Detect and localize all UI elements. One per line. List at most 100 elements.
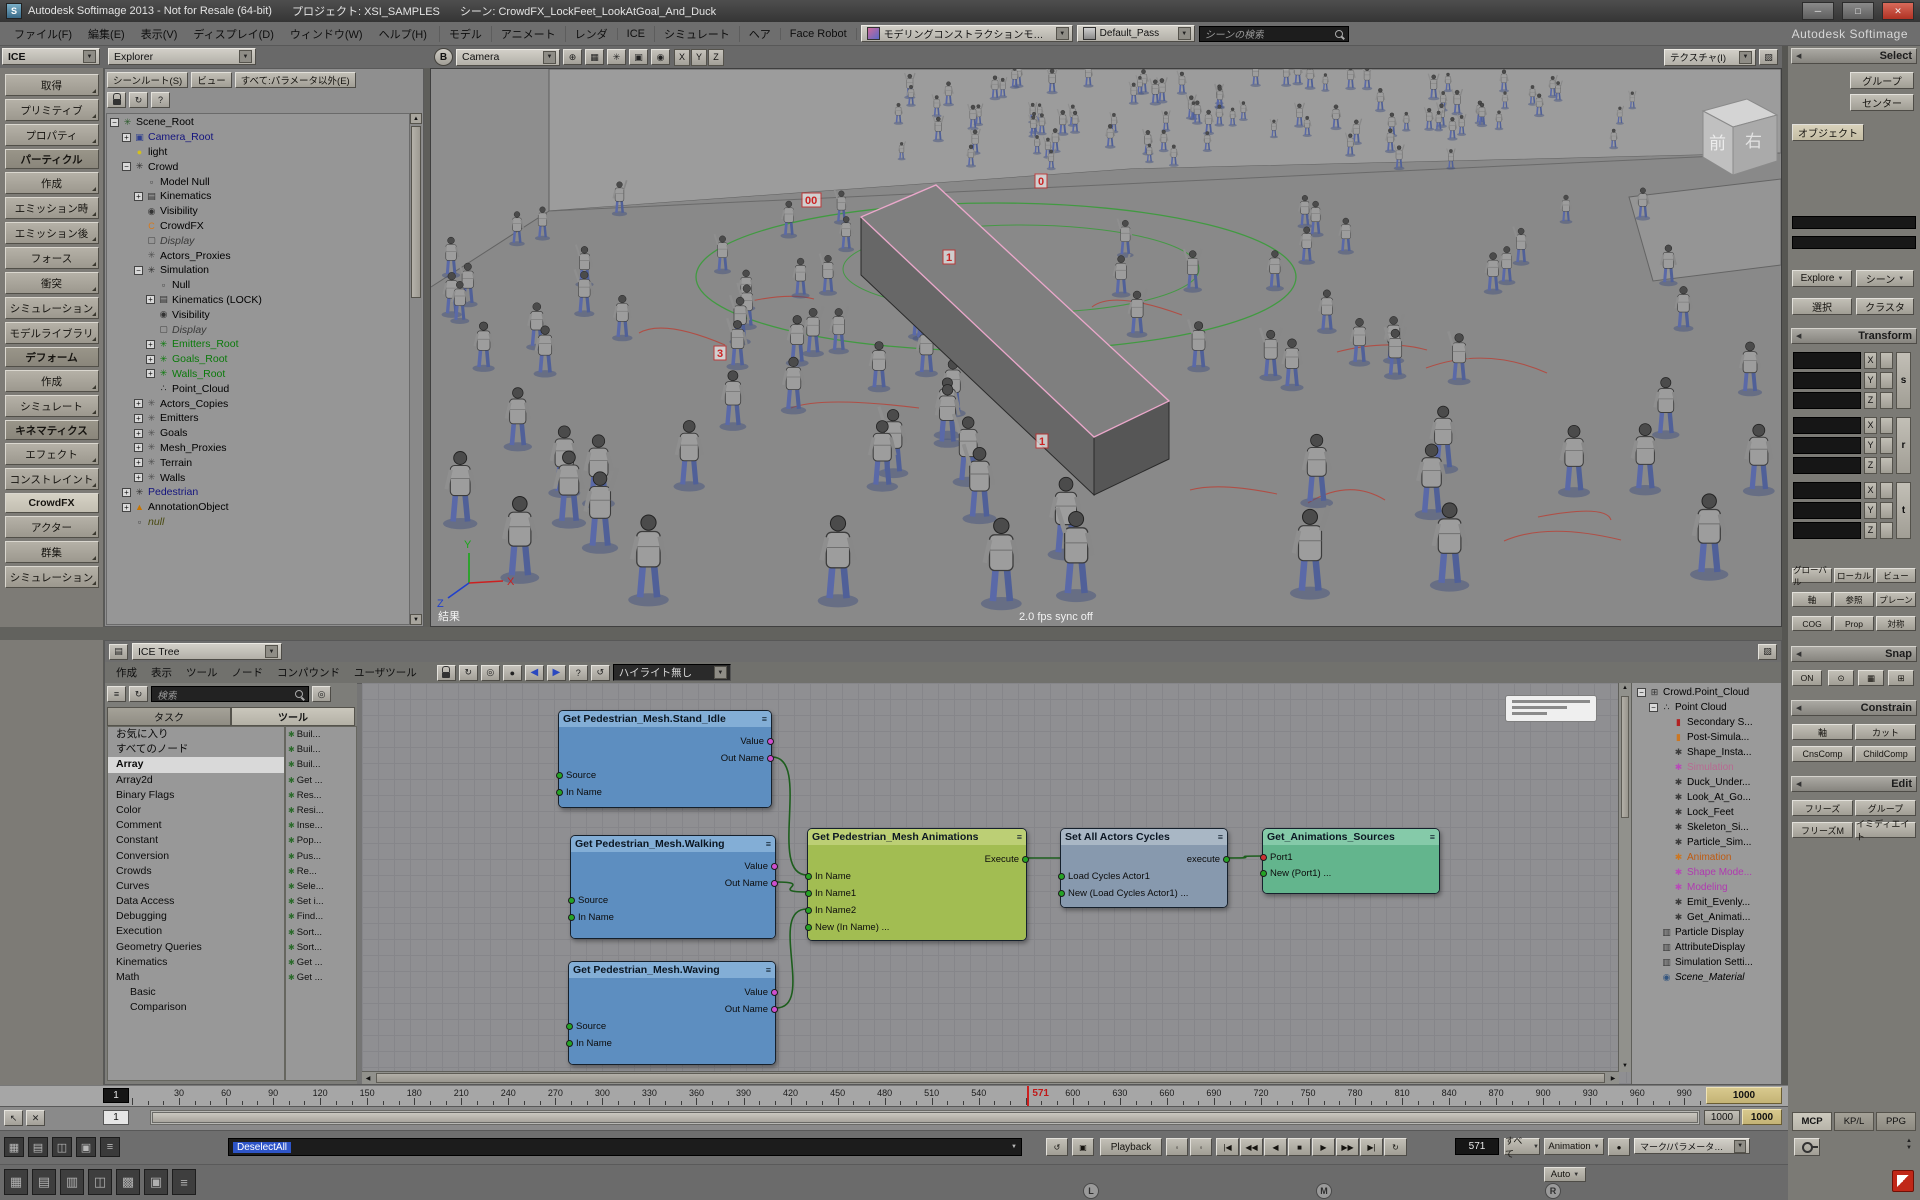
auto-key-button[interactable]: Auto ▼ — [1544, 1167, 1586, 1182]
module-menu-face-robot[interactable]: Face Robot — [779, 27, 857, 40]
panel-tab-ppg[interactable]: PPG — [1876, 1112, 1916, 1131]
expand-icon[interactable]: + — [134, 443, 143, 453]
collapse-icon[interactable]: − — [1649, 703, 1658, 712]
loop-button[interactable]: ↻ — [1384, 1138, 1407, 1156]
ice-graph-canvas[interactable]: Get Pedestrian_Mesh.Stand_Idle ≡ Value Out … — [362, 683, 1631, 1084]
step-back-button[interactable]: ◀ — [1264, 1138, 1287, 1156]
transform-r-x-field[interactable] — [1793, 417, 1861, 434]
toolbar-button-item-9[interactable]: シミュレーション — [4, 297, 99, 319]
ice-op-item-shape-mode[interactable]: ✱ Shape Mode... — [1634, 865, 1779, 880]
ice-op-item-shape-insta[interactable]: ✱ Shape_Insta... — [1634, 745, 1779, 760]
refresh-list-icon[interactable]: ↻ — [129, 686, 148, 702]
node-port-value[interactable]: Value — [744, 860, 778, 872]
explorer-item-camera-root[interactable]: + ▣ Camera_Root — [107, 130, 409, 145]
ice-menu-3[interactable]: ノード — [225, 665, 271, 680]
ice-node-preset-6[interactable]: ✱ Inse... — [286, 818, 356, 833]
explorer-item-model-null[interactable]: ▫ Model Null — [107, 174, 409, 189]
transform-s-y-field[interactable] — [1793, 372, 1861, 389]
toolbar-button-item-4[interactable]: 作成 — [4, 172, 99, 194]
expand-icon[interactable]: + — [122, 502, 131, 512]
ice-op-item-scene-material[interactable]: ◉ Scene_Material — [1634, 970, 1779, 985]
key-param-dropdown[interactable]: マーク/パラメータにキー ▼ — [1634, 1138, 1750, 1154]
transform-tool-s[interactable]: s — [1896, 352, 1911, 409]
explorer-scrollbar[interactable]: ▲ ▼ — [409, 113, 422, 625]
group-button[interactable]: グループ — [1850, 72, 1914, 89]
ice-category-array2d[interactable]: Array2d — [108, 773, 284, 788]
ice-node-preset-12[interactable]: ✱ Find... — [286, 909, 356, 924]
node-port-execute[interactable]: Execute — [985, 853, 1029, 865]
construction-mode-dropdown[interactable]: モデリングコンストラクションモード ▼ — [860, 25, 1073, 42]
axis-y-button[interactable]: Y — [691, 48, 707, 66]
scroll-left-icon[interactable]: ◀ — [362, 1075, 374, 1082]
viewport-layout-2-icon[interactable]: ▤ — [32, 1169, 56, 1195]
scroll-down-icon[interactable]: ▼ — [1619, 1061, 1631, 1072]
current-frame-field[interactable]: 571 — [1455, 1138, 1499, 1155]
end-frame-field[interactable]: 1000 — [1704, 1110, 1740, 1125]
ice-category-curves[interactable]: Curves — [108, 879, 284, 894]
ice-op-item-duck-under[interactable]: ✱ Duck_Under... — [1634, 775, 1779, 790]
node-port-source[interactable]: Source — [556, 769, 596, 781]
explorer-item-null[interactable]: ▫ null — [107, 515, 409, 530]
ice-op-item-particle-sim[interactable]: ✱ Particle_Sim... — [1634, 835, 1779, 850]
ice-node-preset-13[interactable]: ✱ Sort... — [286, 924, 356, 939]
constrain-section-header[interactable]: ◀ Constrain — [1791, 700, 1917, 716]
ice-node-preset-14[interactable]: ✱ Sort... — [286, 940, 356, 955]
selection-status-field[interactable]: DeselectAll ▼ — [228, 1138, 1022, 1156]
ice-refresh-icon[interactable]: ↻ — [458, 664, 478, 681]
transform-space-item[interactable]: ビュー — [1876, 568, 1916, 583]
viewport-layout-6-icon[interactable]: ▣ — [144, 1169, 168, 1195]
explorer-item-pedestrian[interactable]: + ✳ Pedestrian — [107, 485, 409, 500]
toolbar-button-item-19[interactable]: 群集 — [4, 541, 99, 563]
module-menu-render[interactable]: レンダ — [564, 25, 617, 42]
view-orientation-cube[interactable]: 前右 — [1701, 98, 1779, 176]
playback-option-2[interactable]: ◦ — [1190, 1138, 1212, 1156]
node-menu-icon[interactable]: ≡ — [1017, 832, 1022, 842]
ice-category-kinematics[interactable]: Kinematics — [108, 955, 284, 970]
toolbar-module-dropdown[interactable]: ICE ▼ — [2, 48, 100, 65]
menu-display[interactable]: ディスプレイ(D) — [185, 26, 282, 42]
transform-extra-item[interactable]: 対称 — [1876, 616, 1916, 631]
layout-toggle-3-icon[interactable]: ◫ — [52, 1137, 72, 1157]
explorer-item-mesh-proxies[interactable]: + ✳ Mesh_Proxies — [107, 441, 409, 456]
module-menu-ice[interactable]: ICE — [616, 27, 654, 40]
end-frame-box[interactable]: 1000 — [1742, 1109, 1782, 1125]
axis-option-toggle[interactable] — [1880, 417, 1893, 434]
toolbar-button-item-20[interactable]: シミュレーション — [4, 566, 99, 588]
explorer-item-simulation[interactable]: − ✳ Simulation — [107, 263, 409, 278]
node-port-in-name1[interactable]: In Name1 — [805, 887, 856, 899]
ice-category-comparison[interactable]: Comparison — [108, 1000, 284, 1015]
ice-op-item-point-cloud[interactable]: − ∴ Point Cloud — [1634, 700, 1779, 715]
ice-op-item-attributedisplay[interactable]: ▥ AttributeDisplay — [1634, 940, 1779, 955]
object-button[interactable]: オブジェクト — [1792, 124, 1864, 141]
first-frame-button[interactable]: |◀ — [1216, 1138, 1239, 1156]
scrollbar-thumb[interactable] — [376, 1073, 1605, 1083]
explorer-item-visibility[interactable]: ◉ Visibility — [107, 307, 409, 322]
ice-category-constant[interactable]: Constant — [108, 833, 284, 848]
ice-node-get-pedestrian-mesh-animations[interactable]: Get Pedestrian_Mesh Animations ≡ Execute In… — [805, 828, 1029, 941]
explorer-item-scene-root[interactable]: − ✳ Scene_Root — [107, 115, 409, 130]
layout-toggle-2-icon[interactable]: ▤ — [28, 1137, 48, 1157]
lock-icon[interactable] — [107, 92, 126, 108]
explorer-item-display[interactable]: ▢ Display — [107, 233, 409, 248]
axis-z-toggle[interactable]: Z — [1864, 457, 1877, 474]
panel-tab-mcp[interactable]: MCP — [1792, 1112, 1832, 1131]
ice-op-item-look-at-go[interactable]: ✱ Look_At_Go... — [1634, 790, 1779, 805]
ice-category-basic[interactable]: Basic — [108, 985, 284, 1000]
ice-lock-icon[interactable] — [436, 664, 456, 681]
explorer-item-crowd[interactable]: − ✳ Crowd — [107, 159, 409, 174]
list-view-icon[interactable]: ≡ — [107, 686, 126, 702]
module-menu-model[interactable]: モデル — [438, 25, 491, 42]
ice-panel-menu-icon[interactable]: ▤ — [109, 643, 128, 660]
explorer-scope-button-0[interactable]: シーンルート(S) — [107, 72, 189, 88]
ice-op-item-simulation[interactable]: ✱ Simulation — [1634, 760, 1779, 775]
ice-category-item[interactable]: すべてのノード — [108, 742, 284, 757]
ice-view-dropdown[interactable]: ICE Tree ▼ — [132, 643, 282, 660]
explorer-item-crowdfx[interactable]: C CrowdFX — [107, 219, 409, 234]
expand-icon[interactable]: + — [146, 295, 155, 305]
toolbar-button-item-2[interactable]: プロパティ — [4, 124, 99, 146]
snap-box-icon[interactable]: ⊞ — [1888, 670, 1914, 686]
toolbar-button-item-15[interactable]: エフェクト — [4, 443, 99, 465]
node-port-in-name[interactable]: In Name — [556, 786, 602, 798]
axis-y-toggle[interactable]: Y — [1864, 372, 1877, 389]
axis-option-toggle[interactable] — [1880, 482, 1893, 499]
